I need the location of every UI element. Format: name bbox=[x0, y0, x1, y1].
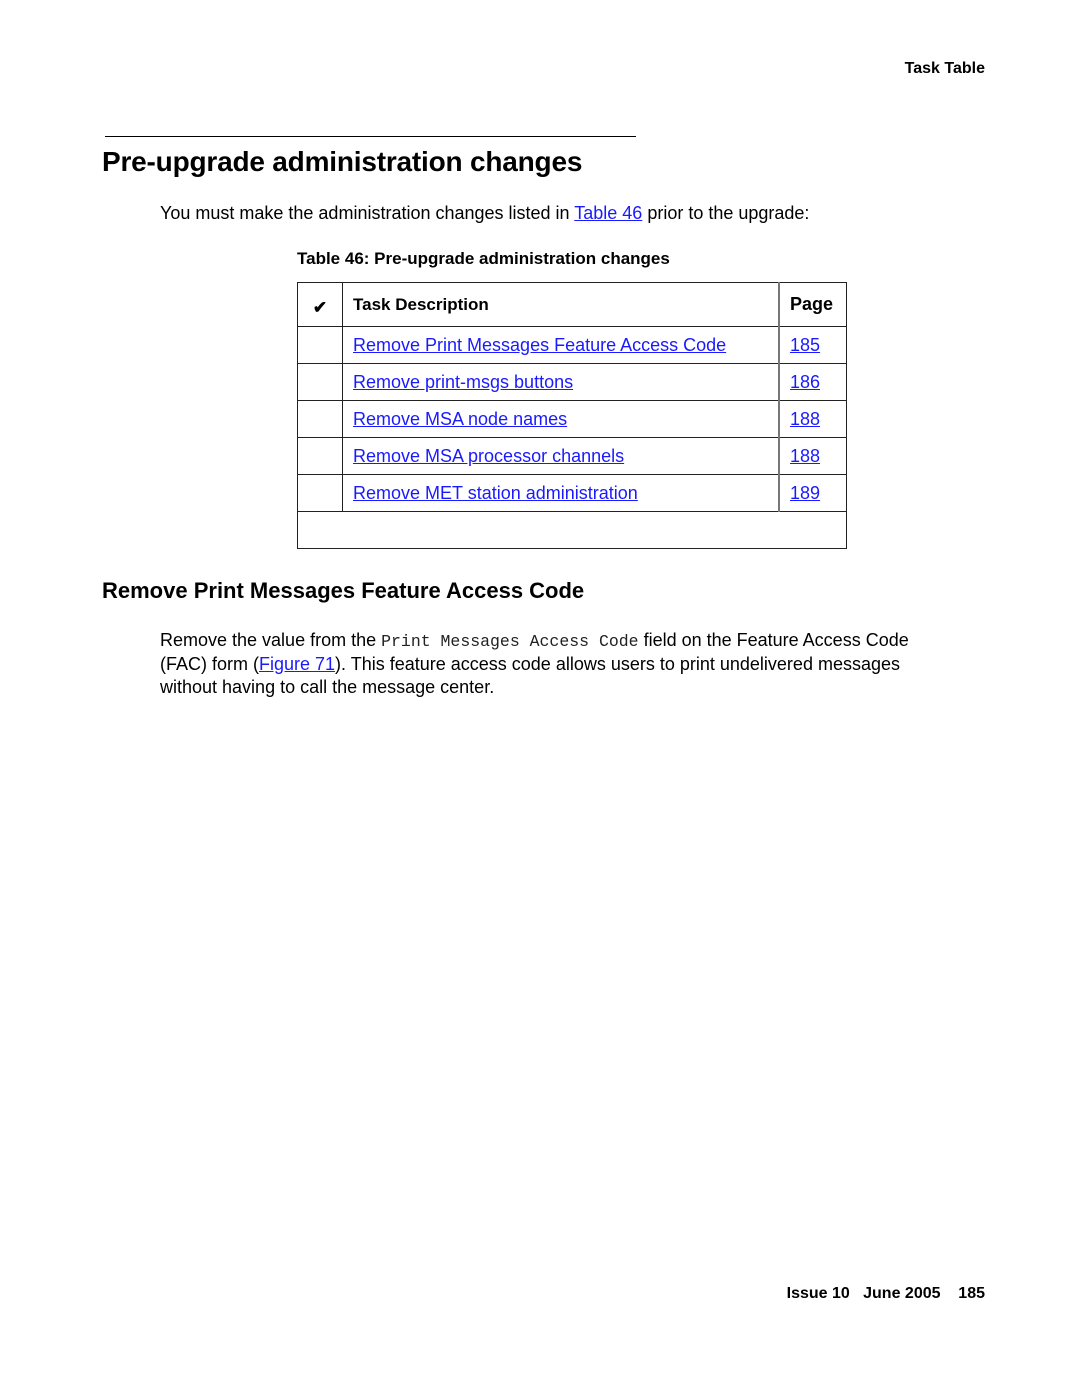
page-cell: 186 bbox=[778, 363, 847, 401]
task-link[interactable]: Remove MSA processor channels bbox=[353, 446, 624, 466]
page-cell: 188 bbox=[778, 400, 847, 438]
row-checkbox-cell[interactable] bbox=[297, 437, 343, 475]
page-link[interactable]: 188 bbox=[790, 409, 820, 429]
task-link[interactable]: Remove print-msgs buttons bbox=[353, 372, 573, 392]
page-link[interactable]: 188 bbox=[790, 446, 820, 466]
table-row: Remove print-msgs buttons 186 bbox=[297, 363, 847, 401]
task-table: ✔ Task Description Page Remove Print Mes… bbox=[297, 282, 847, 549]
task-link[interactable]: Remove MET station administration bbox=[353, 483, 638, 503]
page-cell: 189 bbox=[778, 474, 847, 512]
task-link[interactable]: Remove MSA node names bbox=[353, 409, 567, 429]
task-description-cell: Remove MET station administration bbox=[342, 474, 780, 512]
check-column-header: ✔ bbox=[297, 282, 343, 327]
page-cell: 185 bbox=[778, 326, 847, 364]
page-link[interactable]: 185 bbox=[790, 335, 820, 355]
page-link[interactable]: 186 bbox=[790, 372, 820, 392]
footer-page-number: 185 bbox=[958, 1285, 985, 1302]
task-description-cell: Remove Print Messages Feature Access Cod… bbox=[342, 326, 780, 364]
task-description-cell: Remove MSA processor channels bbox=[342, 437, 780, 475]
row-checkbox-cell[interactable] bbox=[297, 363, 343, 401]
empty-cell bbox=[297, 511, 847, 549]
intro-text-after: prior to the upgrade: bbox=[642, 203, 810, 223]
intro-text-before: You must make the administration changes… bbox=[160, 203, 575, 223]
running-header: Task Table bbox=[904, 60, 985, 77]
page-header: Page bbox=[778, 282, 847, 327]
footer-issue: Issue 10 bbox=[786, 1285, 850, 1302]
row-checkbox-cell[interactable] bbox=[297, 326, 343, 364]
footer-date: June 2005 bbox=[863, 1285, 941, 1302]
table-row: Remove Print Messages Feature Access Cod… bbox=[297, 326, 847, 364]
page-footer: Issue 10 June 2005 185 bbox=[787, 1285, 985, 1303]
table-empty-row bbox=[297, 511, 847, 549]
figure-71-link[interactable]: Figure 71 bbox=[259, 654, 335, 674]
task-link[interactable]: Remove Print Messages Feature Access Cod… bbox=[353, 335, 726, 355]
table-row: Remove MSA processor channels 188 bbox=[297, 437, 847, 475]
field-name-code: Print Messages Access Code bbox=[381, 632, 639, 651]
table-caption: Table 46: Pre-upgrade administration cha… bbox=[297, 249, 670, 268]
table-46-link[interactable]: Table 46 bbox=[574, 203, 642, 223]
intro-paragraph: You must make the administration changes… bbox=[160, 203, 809, 224]
page-cell: 188 bbox=[778, 437, 847, 475]
para-text-1: Remove the value from the bbox=[160, 630, 382, 650]
subsection-paragraph: Remove the value from the Print Messages… bbox=[160, 629, 960, 699]
task-description-cell: Remove print-msgs buttons bbox=[342, 363, 780, 401]
table-row: Remove MSA node names 188 bbox=[297, 400, 847, 438]
table-row: Remove MET station administration 189 bbox=[297, 474, 847, 512]
page-link[interactable]: 189 bbox=[790, 483, 820, 503]
row-checkbox-cell[interactable] bbox=[297, 474, 343, 512]
section-title: Pre-upgrade administration changes bbox=[102, 146, 583, 177]
task-description-header: Task Description bbox=[342, 282, 780, 327]
section-rule bbox=[105, 136, 636, 137]
subsection-title: Remove Print Messages Feature Access Cod… bbox=[102, 578, 585, 603]
task-description-cell: Remove MSA node names bbox=[342, 400, 780, 438]
checkmark-icon: ✔ bbox=[312, 297, 328, 317]
table-header-row: ✔ Task Description Page bbox=[297, 282, 847, 327]
row-checkbox-cell[interactable] bbox=[297, 400, 343, 438]
